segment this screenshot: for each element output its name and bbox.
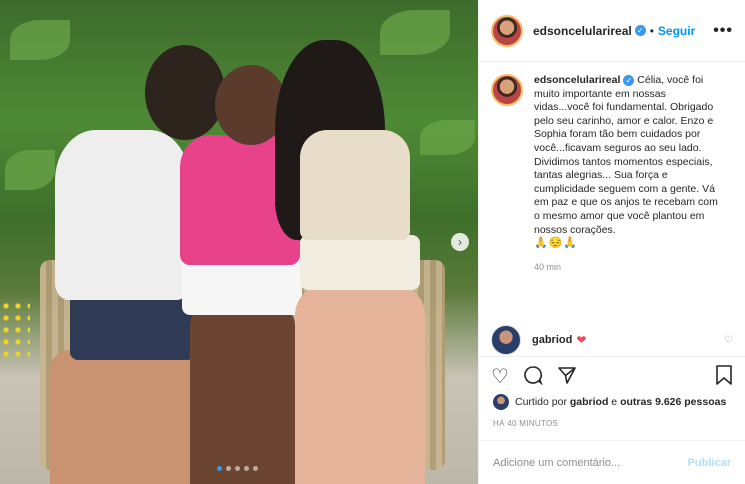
caption-text: Célia, você foi muito importante em noss… <box>534 74 718 236</box>
leaf-decoration <box>380 10 450 55</box>
posted-time: HÁ 40 MINUTOS <box>493 419 559 428</box>
likes-user[interactable]: gabriod <box>570 396 609 408</box>
avatar[interactable] <box>491 14 523 47</box>
person-right-legs <box>295 285 425 484</box>
action-bar: ♡ <box>479 356 745 396</box>
leaf-decoration <box>420 120 475 155</box>
person-left-legs <box>50 350 200 484</box>
header-username[interactable]: edsoncelularireal <box>533 24 632 38</box>
avatar[interactable] <box>493 394 509 410</box>
person-middle-legs <box>190 305 295 484</box>
post-header: edsoncelularireal ✓ • Seguir ••• <box>479 0 745 62</box>
carousel-dots <box>217 466 258 471</box>
likes-summary: Curtido por gabriod e outras 9.626 pesso… <box>493 394 737 410</box>
caption-time: 40 min <box>534 261 562 272</box>
person-left-head <box>145 45 225 140</box>
comment-input[interactable] <box>493 456 688 469</box>
comment-username[interactable]: gabriod <box>532 334 572 346</box>
comment-icon[interactable] <box>523 365 543 389</box>
person-right-skirt <box>300 235 420 290</box>
verified-icon: ✓ <box>634 25 646 36</box>
caption-text-block: edsoncelularireal ✓ Célia, você foi muito… <box>534 74 719 274</box>
likes-prefix: Curtido por <box>515 396 567 408</box>
likes-middle: e <box>611 396 618 408</box>
post-side-panel: edsoncelularireal ✓ • Seguir ••• edsonce… <box>478 0 745 484</box>
comment-text: ❤ <box>576 333 587 347</box>
share-icon[interactable] <box>557 365 577 389</box>
person-right-top <box>300 130 410 240</box>
caption-emoji: 🙏😔🙏 <box>534 237 579 250</box>
avatar[interactable] <box>491 74 523 106</box>
carousel-dot <box>217 466 222 471</box>
bookmark-icon[interactable] <box>715 364 733 389</box>
flowers <box>0 300 30 360</box>
add-comment-bar: Publicar <box>479 440 745 484</box>
carousel-dot <box>235 466 240 471</box>
leaf-decoration <box>5 150 55 190</box>
leaf-decoration <box>10 20 70 60</box>
person-left-shorts <box>70 290 195 360</box>
person-left-shirt <box>55 130 190 300</box>
caption: edsoncelularireal ✓ Célia, você foi muito… <box>491 74 733 274</box>
likes-others[interactable]: outras 9.626 pessoas <box>620 396 726 408</box>
carousel-dot <box>253 466 258 471</box>
post-photo[interactable]: › <box>0 0 478 484</box>
more-options-icon[interactable]: ••• <box>713 22 733 40</box>
publish-button[interactable]: Publicar <box>688 457 731 469</box>
comment-like-icon[interactable]: ♡ <box>724 335 733 346</box>
avatar[interactable] <box>491 325 521 355</box>
chevron-right-icon[interactable]: › <box>451 233 469 251</box>
verified-icon: ✓ <box>623 74 635 86</box>
comment-row: gabriod ❤ ♡ <box>491 325 733 355</box>
caption-username[interactable]: edsoncelularireal <box>534 74 620 86</box>
carousel-dot <box>244 466 249 471</box>
follow-button[interactable]: Seguir <box>658 24 695 38</box>
separator: • <box>649 23 654 38</box>
carousel-dot <box>226 466 231 471</box>
heart-icon[interactable]: ♡ <box>491 367 509 387</box>
